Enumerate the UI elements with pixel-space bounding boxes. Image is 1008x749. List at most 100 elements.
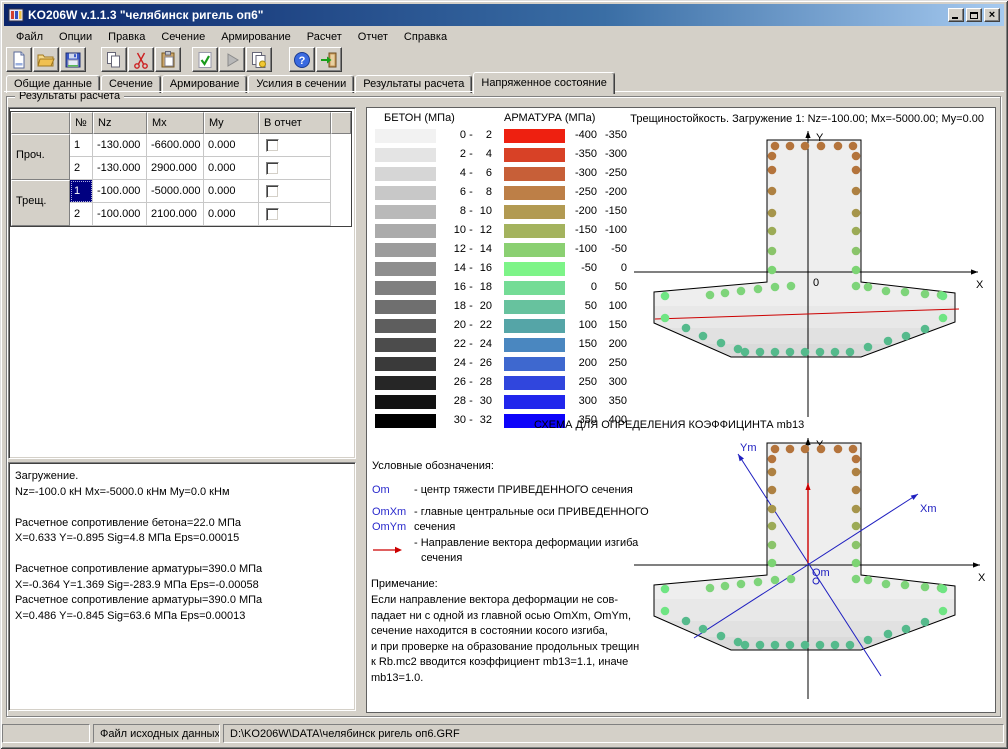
report-checkbox[interactable] [266, 139, 279, 152]
cell-nz[interactable]: -130.000 [93, 134, 147, 157]
stress-diagram-panel: БЕТОН (МПа) АРМАТУРА (МПа) 0-22-44-66-88… [366, 107, 996, 713]
cell-report[interactable] [259, 180, 331, 203]
cell-num[interactable]: 2 [70, 203, 93, 226]
title-bar[interactable]: KO206W v.1.1.3 "челябинск ригель оп6" × [4, 4, 1004, 26]
column-header-report: В отчет [259, 112, 331, 134]
cell-my[interactable]: 0.000 [204, 134, 259, 157]
toolbar-paste-button[interactable] [155, 47, 181, 72]
cell-spacer [331, 180, 351, 203]
row-group-label[interactable]: Трещ. [11, 180, 70, 226]
toolbar-copy-button[interactable] [101, 47, 127, 72]
tab-stress-state[interactable]: Напряженное состояние [473, 72, 614, 94]
cell-mx[interactable]: -5000.000 [147, 180, 204, 203]
new-icon [9, 50, 29, 70]
cell-nz[interactable]: -130.000 [93, 157, 147, 180]
toolbar: ? [4, 47, 1004, 74]
menu-help[interactable]: Справка [396, 29, 455, 45]
cell-my[interactable]: 0.000 [204, 180, 259, 203]
note-text: Если направление вектора деформации не с… [371, 593, 639, 686]
toolbar-run-button[interactable] [219, 47, 245, 72]
menu-options[interactable]: Опции [51, 29, 100, 45]
svg-text:X: X [978, 572, 986, 584]
app-icon [8, 7, 24, 23]
maximize-icon [970, 12, 978, 19]
menu-calculation[interactable]: Расчет [299, 29, 350, 45]
status-panel-empty [2, 724, 90, 743]
menu-report[interactable]: Отчет [350, 29, 396, 45]
open-icon [36, 50, 56, 70]
status-panel-path: D:\KO206W\DATA\челябинск ригель оп6.GRF [223, 724, 1004, 743]
results-table: №NzMxMyВ отчетПроч.1-130.000-6600.0000.0… [10, 111, 352, 227]
svg-text:Xm: Xm [920, 503, 937, 515]
section-1: XY0 [634, 131, 984, 417]
cut-icon [131, 50, 151, 70]
cell-num[interactable]: 2 [70, 157, 93, 180]
cell-spacer [331, 157, 351, 180]
toolbar-group [192, 47, 273, 72]
run-icon [222, 50, 242, 70]
menu-file[interactable]: Файл [8, 29, 51, 45]
close-icon: × [989, 10, 995, 20]
svg-text:0: 0 [813, 277, 819, 289]
report-checkbox[interactable] [266, 208, 279, 221]
cell-nz[interactable]: -100.000 [93, 203, 147, 226]
window-title: KO206W v.1.1.3 "челябинск ригель оп6" [28, 8, 263, 22]
section-2: XYXmYmOm [634, 438, 986, 699]
report-checkbox[interactable] [266, 185, 279, 198]
toolbar-exit-button[interactable] [316, 47, 342, 72]
cell-spacer [331, 134, 351, 157]
omxm-text: - главные центральные оси ПРИВЕДЕННОГО [414, 506, 649, 518]
menu-edit[interactable]: Правка [100, 29, 153, 45]
report-checkbox[interactable] [266, 162, 279, 175]
row-group-label[interactable]: Проч. [11, 134, 70, 180]
cell-mx[interactable]: 2100.000 [147, 203, 204, 226]
omym-symbol: OmYm [372, 521, 406, 533]
toolbar-new-button[interactable] [6, 47, 32, 72]
cell-my[interactable]: 0.000 [204, 157, 259, 180]
cell-report[interactable] [259, 157, 331, 180]
toolbar-group: ? [289, 47, 343, 72]
toolbar-open-button[interactable] [33, 47, 59, 72]
details-text-panel: Загружение. Nz=-100.0 кН Mx=-5000.0 кНм … [8, 462, 356, 711]
cell-mx[interactable]: 2900.000 [147, 157, 204, 180]
menu-section[interactable]: Сечение [153, 29, 213, 45]
menu-reinforcement[interactable]: Армирование [213, 29, 299, 45]
column-header-nz: Nz [93, 112, 147, 134]
toolbar-report-button[interactable] [246, 47, 272, 72]
help-icon: ? [292, 50, 312, 70]
maximize-button[interactable] [966, 8, 982, 22]
cell-num[interactable]: 1 [70, 134, 93, 157]
svg-text:Ym: Ym [740, 442, 757, 454]
deformation-vector-icon [371, 545, 405, 558]
toolbar-group [101, 47, 182, 72]
toolbar-group [6, 47, 87, 72]
cell-nz[interactable]: -100.000 [93, 180, 147, 203]
cell-mx[interactable]: -6600.000 [147, 134, 204, 157]
cell-report[interactable] [259, 134, 331, 157]
vector-text-1: - Направление вектора деформации изгиба [414, 537, 638, 549]
cell-report[interactable] [259, 203, 331, 226]
toolbar-cut-button[interactable] [128, 47, 154, 72]
column-header-num: № [70, 112, 93, 134]
close-button[interactable]: × [984, 8, 1000, 22]
minimize-button[interactable] [948, 8, 964, 22]
status-bar: Файл исходных данных D:\KO206W\DATA\челя… [0, 720, 1008, 746]
cell-my[interactable]: 0.000 [204, 203, 259, 226]
toolbar-check-button[interactable] [192, 47, 218, 72]
report-icon [249, 50, 269, 70]
svg-text:?: ? [299, 55, 306, 67]
toolbar-help-button[interactable]: ? [289, 47, 315, 72]
om-text: - центр тяжести ПРИВЕДЕННОГО сечения [414, 484, 633, 496]
status-panel-label: Файл исходных данных [93, 724, 220, 743]
cell-num[interactable]: 1 [70, 180, 93, 203]
toolbar-save-button[interactable] [60, 47, 86, 72]
check-icon [195, 50, 215, 70]
minimize-icon [952, 17, 958, 19]
column-header-spacer [331, 112, 351, 134]
omym-text: сечения [414, 521, 455, 533]
om-symbol: Om [372, 484, 390, 496]
menu-bar: Файл Опции Правка Сечение Армирование Ра… [4, 27, 1004, 46]
exit-icon [319, 50, 339, 70]
app-window: KO206W v.1.1.3 "челябинск ригель оп6" × … [0, 0, 1008, 749]
svg-text:X: X [976, 279, 984, 291]
